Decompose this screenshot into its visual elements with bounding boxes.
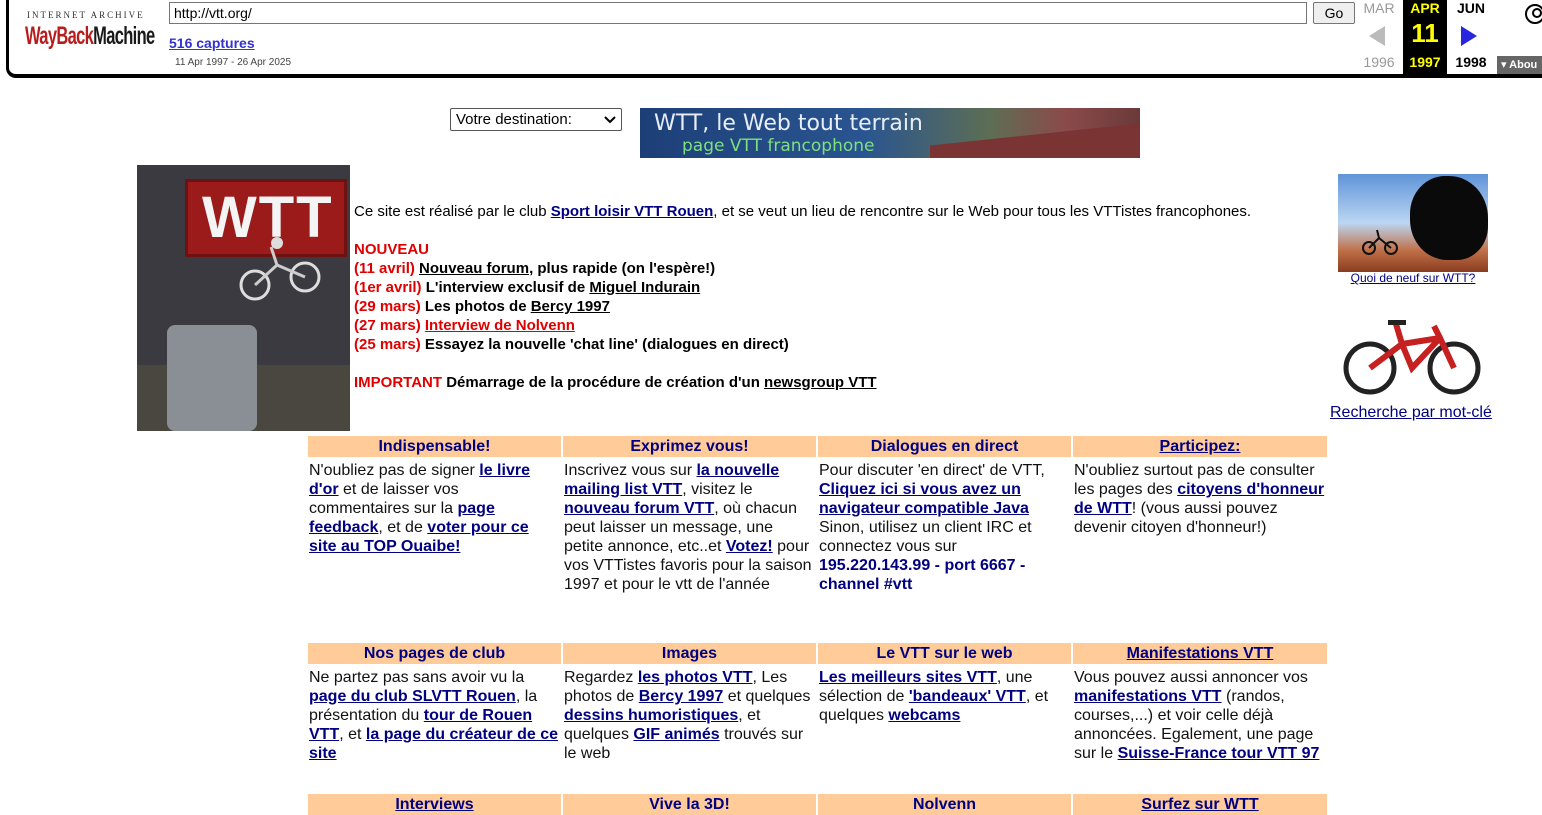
intro-block: Ce site est réalisé par le club Sport lo… — [354, 202, 1334, 392]
destination-select-value: Votre destination: — [456, 111, 572, 128]
whats-new-link[interactable]: Quoi de neuf sur WTT? — [1338, 271, 1488, 285]
section-heading: Nolvenn — [818, 794, 1071, 815]
wtt-jump-photo: WTT — [137, 165, 350, 431]
current-day-label: 11 — [1411, 18, 1439, 48]
bercy-photos-link[interactable]: Bercy 1997 — [639, 688, 724, 705]
important-notice: IMPORTANT Démarrage de la procédure de c… — [354, 374, 877, 391]
section-text: N'oubliez pas de signer le livre d'or et… — [309, 462, 530, 555]
section-heading-link[interactable]: Surfez sur WTT — [1073, 794, 1327, 815]
current-year-label: 1997 — [1409, 54, 1441, 70]
search-bike-icon[interactable] — [1342, 316, 1484, 396]
news-item: (27 mars) Interview de Nolvenn — [354, 317, 575, 334]
calendar-prev[interactable]: MAR 1996 — [1355, 0, 1403, 74]
section-text: Ne partez pas sans avoir vu la page du c… — [309, 669, 558, 762]
destination-select[interactable]: Votre destination: — [450, 108, 622, 131]
news-link-forum[interactable]: Nouveau forum — [419, 260, 529, 277]
best-sites-link[interactable]: Les meilleurs sites VTT — [819, 669, 997, 686]
chevron-down-icon — [604, 115, 616, 123]
logo-wayback-machine: WayBackMachine — [25, 22, 155, 50]
banner-title: WTT, le Web tout terrain — [654, 111, 923, 136]
sections-row-3: Interviews Vive la 3D! Nolvenn Surfez su… — [308, 794, 1327, 815]
whats-new-image[interactable] — [1338, 174, 1488, 272]
vtt-photos-link[interactable]: les photos VTT — [638, 669, 753, 686]
banners-link[interactable]: 'bandeaux' VTT — [909, 688, 1026, 705]
section-heading: Exprimez vous! — [563, 436, 816, 457]
section-text: Inscrivez vous sur la nouvelle mailing l… — [564, 462, 812, 593]
prev-year-label[interactable]: 1996 — [1355, 54, 1403, 70]
banner-subtitle: page VTT francophone — [682, 136, 875, 156]
rider-bike-icon — [239, 237, 321, 301]
cyclist-icon — [1362, 229, 1398, 255]
section-heading-link[interactable]: Manifestations VTT — [1073, 643, 1327, 664]
section-heading-link[interactable]: Interviews — [308, 794, 561, 815]
section-heading: Images — [563, 643, 816, 664]
events-link[interactable]: manifestations VTT — [1074, 688, 1222, 705]
go-button[interactable]: Go — [1313, 2, 1355, 24]
next-capture-arrow-icon[interactable] — [1461, 26, 1477, 46]
section-heading: Nos pages de club — [308, 643, 561, 664]
url-input[interactable] — [169, 2, 1307, 24]
section-heading: Indispensable! — [308, 436, 561, 457]
section-text: N'oubliez surtout pas de consulter les p… — [1074, 462, 1325, 536]
wayback-logo[interactable]: INTERNET ARCHIVE WayBackMachine — [25, 7, 157, 57]
user-account-icon[interactable] — [1525, 4, 1542, 24]
animated-gif-link[interactable]: GIF animés — [633, 726, 719, 743]
intro-text: Ce site est réalisé par le club Sport lo… — [354, 203, 1252, 220]
wtt-banner: WTT, le Web tout terrain page VTT franco… — [640, 108, 1140, 158]
section-text: Vous pouvez aussi annoncer vos manifesta… — [1074, 669, 1320, 762]
prev-month-label: MAR — [1363, 0, 1395, 16]
next-year-label[interactable]: 1998 — [1447, 54, 1495, 70]
about-button[interactable]: ▾ Abou — [1497, 56, 1542, 74]
irc-server-text: 195.220.143.99 - port 6667 - channel #vt… — [819, 557, 1026, 593]
club-page-link[interactable]: page du club SLVTT Rouen — [309, 688, 516, 705]
votez-link[interactable]: Votez! — [726, 538, 773, 555]
cartoons-link[interactable]: dessins humoristiques — [564, 707, 738, 724]
current-month-label: APR — [1410, 0, 1440, 16]
section-heading-link[interactable]: Participez: — [1073, 436, 1327, 457]
next-month-label[interactable]: JUN — [1447, 0, 1495, 16]
club-link[interactable]: Sport loisir VTT Rouen — [551, 203, 714, 220]
news-item: (11 avril) Nouveau forum, plus rapide (o… — [354, 260, 716, 277]
prev-capture-arrow-icon[interactable] — [1369, 26, 1385, 46]
calendar-next[interactable]: JUN 1998 — [1447, 0, 1495, 74]
news-block: NOUVEAU (11 avril) Nouveau forum, plus r… — [354, 240, 1334, 354]
newsgroup-link[interactable]: newsgroup VTT — [764, 374, 877, 391]
sections-row-2: Nos pages de club Images Le VTT sur le w… — [308, 643, 1327, 763]
section-text: Les meilleurs sites VTT, une sélection d… — [819, 669, 1049, 724]
news-item: (1er avril) L'interview exclusif de Migu… — [354, 279, 701, 296]
webcams-link[interactable]: webcams — [888, 707, 960, 724]
forum-link[interactable]: nouveau forum VTT — [564, 500, 714, 517]
section-heading: Le VTT sur le web — [818, 643, 1071, 664]
captures-link[interactable]: 516 captures — [169, 35, 255, 51]
section-text: Regardez les photos VTT, Les photos de B… — [564, 669, 811, 762]
logo-internet-archive: INTERNET ARCHIVE — [27, 10, 145, 20]
wayback-toolbar: INTERNET ARCHIVE WayBackMachine Go 516 c… — [6, 0, 1542, 78]
news-link-nolvenn[interactable]: Interview de Nolvenn — [425, 317, 575, 334]
news-heading: NOUVEAU — [354, 241, 430, 258]
news-item: (29 mars) Les photos de Bercy 1997 — [354, 298, 610, 315]
section-text: Pour discuter 'en direct' de VTT, Clique… — [819, 462, 1045, 593]
sections-row-1: Indispensable! Exprimez vous! Dialogues … — [308, 436, 1327, 594]
news-link-bercy[interactable]: Bercy 1997 — [531, 298, 610, 315]
news-link-indurain[interactable]: Miguel Indurain — [589, 279, 700, 296]
suisse-france-link[interactable]: Suisse-France tour VTT 97 — [1118, 745, 1320, 762]
calendar-current: APR 11 1997 — [1403, 0, 1447, 74]
capture-date-range: 11 Apr 1997 - 26 Apr 2025 — [175, 57, 292, 68]
news-item: (25 mars) Essayez la nouvelle 'chat line… — [354, 336, 789, 353]
section-heading: Dialogues en direct — [818, 436, 1071, 457]
keyword-search-link[interactable]: Recherche par mot-clé — [1330, 404, 1492, 422]
section-heading: Vive la 3D! — [563, 794, 816, 815]
java-chat-link[interactable]: Cliquez ici si vous avez un navigateur c… — [819, 481, 1029, 517]
